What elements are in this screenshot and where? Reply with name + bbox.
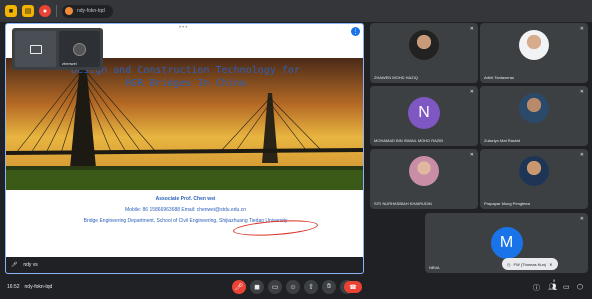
participant-tile[interactable]: ✕ Zulaziyo Mat Rashid	[480, 86, 588, 146]
slide-author: Associate Prof. Chen wei	[155, 196, 216, 202]
participant-name: Zulaziyo Mat Rashid	[484, 138, 521, 143]
self-name: NBVA	[429, 265, 440, 270]
meeting-controls: 16:52 ndy-fokn-tqd 🎤︎ ◼ ▭ ☺ ⇧ ✋︎ ⋮ ☎ ⓘ 👥…	[0, 275, 592, 299]
participant-tile[interactable]: N ✕ MOHAMAD BIN ISMAIL MOHD RAZIB	[370, 86, 478, 146]
participant-tile[interactable]: ✕ Prapapar Mong Pengfeea	[480, 149, 588, 209]
extension-icon[interactable]: ■	[5, 5, 17, 17]
people-icon[interactable]: 👥︎	[548, 283, 557, 291]
participant-tile[interactable]: ✕ Arthit Tantaveras	[480, 23, 588, 83]
drag-handle-icon[interactable]: •••	[179, 25, 188, 31]
mic-off-icon: ✕	[579, 26, 584, 32]
meeting-tab[interactable]: ndy-fokn-tqd	[62, 4, 113, 18]
participant-tile[interactable]: ✕ SITI NURHASBIAH KHAIRUDIN	[370, 149, 478, 209]
stage-footer-name: ndy vs	[23, 262, 38, 268]
raise-hand-button[interactable]: ✋︎	[322, 280, 336, 294]
mic-toggle-button[interactable]: 🎤︎	[232, 280, 246, 294]
participant-name: ZHAWEN MOHD HAZIQ	[374, 75, 418, 80]
meeting-info: 16:52 ndy-fokn-tqd	[7, 284, 52, 290]
mic-off-icon: ✕	[579, 152, 584, 158]
mic-off-icon: ✕	[469, 152, 474, 158]
present-screen-icon	[29, 44, 42, 54]
participant-tile[interactable]: ✕ ZHAWEN MOHD HAZIQ	[370, 23, 478, 83]
participant-name: MOHAMAD BIN ISMAIL MOHD RAZIB	[374, 138, 443, 143]
captions-button[interactable]: ▭	[268, 280, 282, 294]
activities-icon[interactable]: ⬡	[577, 283, 583, 291]
bookmark-icon[interactable]: ▤	[22, 5, 34, 17]
stage-footer: 🎤︎ ndy vs	[6, 257, 363, 273]
speaker-pill-label: FW (Thomas Kun)	[513, 261, 547, 267]
video-call-app: ■ ▤ ● ndy-fokn-tqd ••• ⋮ zhenwei Design …	[0, 0, 592, 299]
mic-off-icon: ✕	[579, 89, 584, 95]
participant-name: SITI NURHASBIAH KHAIRUDIN	[374, 201, 432, 206]
leave-call-button[interactable]: ☎	[344, 281, 362, 293]
meeting-time: 16:52	[7, 284, 20, 290]
mic-off-icon: ✕	[469, 26, 474, 32]
speaker-pill[interactable]: ◷ FW (Thomas Kun) ✕	[502, 258, 558, 270]
mic-icon: 🎤︎	[11, 262, 18, 268]
camera-toggle-button[interactable]: ◼	[250, 280, 264, 294]
presentation-stage: ••• ⋮ zhenwei Design and Construction Te…	[5, 23, 364, 274]
slide-contact: Mobile: 86 15866963688 Email: chenwei@st…	[125, 207, 246, 213]
browser-toolbar: ■ ▤ ● ndy-fokn-tqd	[0, 0, 592, 22]
participant-video	[519, 30, 549, 60]
info-icon[interactable]: ⓘ	[533, 283, 540, 293]
screen-share-tile[interactable]	[15, 31, 56, 67]
more-options-icon[interactable]: ⋮	[351, 27, 360, 36]
slide-title-line2: HSR Bridges In China	[125, 78, 246, 89]
meeting-url: ndy-fokn-tqd	[77, 8, 105, 14]
participant-name: Arthit Tantaveras	[484, 75, 514, 80]
reactions-button[interactable]: ☺	[286, 280, 300, 294]
self-avatar: M	[490, 227, 523, 259]
participant-video	[519, 93, 549, 123]
present-button[interactable]: ⇧	[304, 280, 318, 294]
chat-icon[interactable]: ▭	[563, 283, 570, 291]
presenter-name: zhenwei	[62, 61, 77, 66]
participant-video	[409, 30, 439, 60]
presenter-camera-tile[interactable]: zhenwei	[59, 31, 100, 67]
meeting-code: ndy-fokn-tqd	[24, 284, 53, 290]
record-icon[interactable]: ●	[39, 5, 51, 17]
mic-off-icon: ✕	[469, 89, 474, 95]
participant-video	[519, 156, 549, 186]
toolbar-divider	[56, 5, 57, 17]
clock-icon: ◷	[507, 261, 511, 267]
participant-count: 9	[553, 278, 556, 283]
mic-off-icon: ✕	[579, 216, 584, 222]
close-icon[interactable]: ✕	[549, 262, 552, 267]
participant-name: Prapapar Mong Pengfeea	[484, 201, 530, 206]
meet-logo-icon	[65, 7, 73, 15]
presenter-avatar	[73, 42, 86, 56]
participant-video	[409, 156, 439, 186]
participant-avatar: N	[408, 97, 440, 129]
presenter-preview[interactable]: zhenwei	[12, 28, 103, 70]
